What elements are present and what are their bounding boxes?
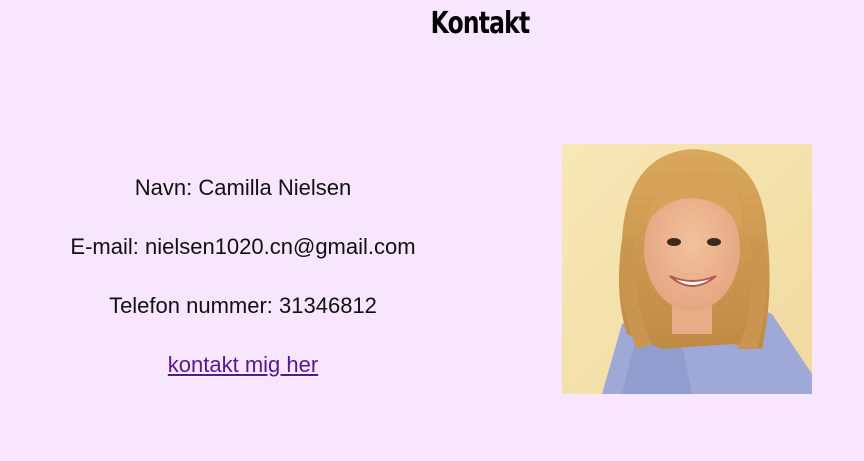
contact-link-row: kontakt mig her <box>33 352 453 378</box>
email-text: E-mail: nielsen1020.cn@gmail.com <box>70 234 416 259</box>
portrait-photo <box>562 144 812 394</box>
contact-me-link[interactable]: kontakt mig her <box>168 352 318 377</box>
contact-page: Kontakt Navn: Camilla Nielsen E-mail: ni… <box>0 0 864 461</box>
contact-info: Navn: Camilla Nielsen E-mail: nielsen102… <box>33 175 453 411</box>
phone-text: Telefon nummer: 31346812 <box>109 293 377 318</box>
portrait-image <box>562 144 812 394</box>
name-text: Navn: Camilla Nielsen <box>134 175 352 200</box>
page-title: Kontakt <box>430 6 531 41</box>
